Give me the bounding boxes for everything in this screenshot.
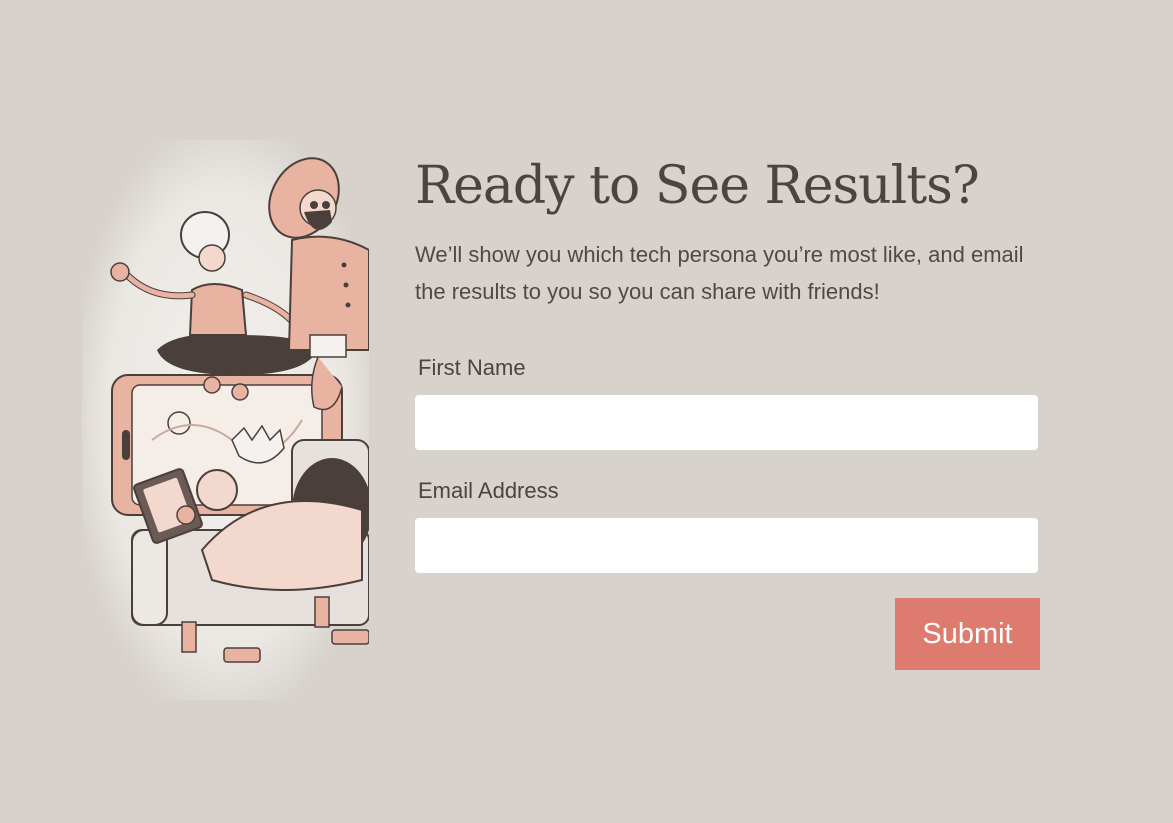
first-name-label: First Name (418, 355, 526, 380)
submit-button[interactable]: Submit (895, 598, 1040, 670)
email-input[interactable] (415, 518, 1038, 573)
first-name-input[interactable] (415, 395, 1038, 450)
tech-people-illustration-icon (82, 140, 369, 700)
signup-form: Ready to See Results? We’ll show you whi… (415, 150, 1040, 670)
page-title: Ready to See Results? (415, 156, 980, 216)
email-label: Email Address (418, 478, 559, 503)
submit-row: Submit (415, 598, 1040, 670)
page-description: We’ll show you which tech persona you’re… (415, 242, 1024, 304)
